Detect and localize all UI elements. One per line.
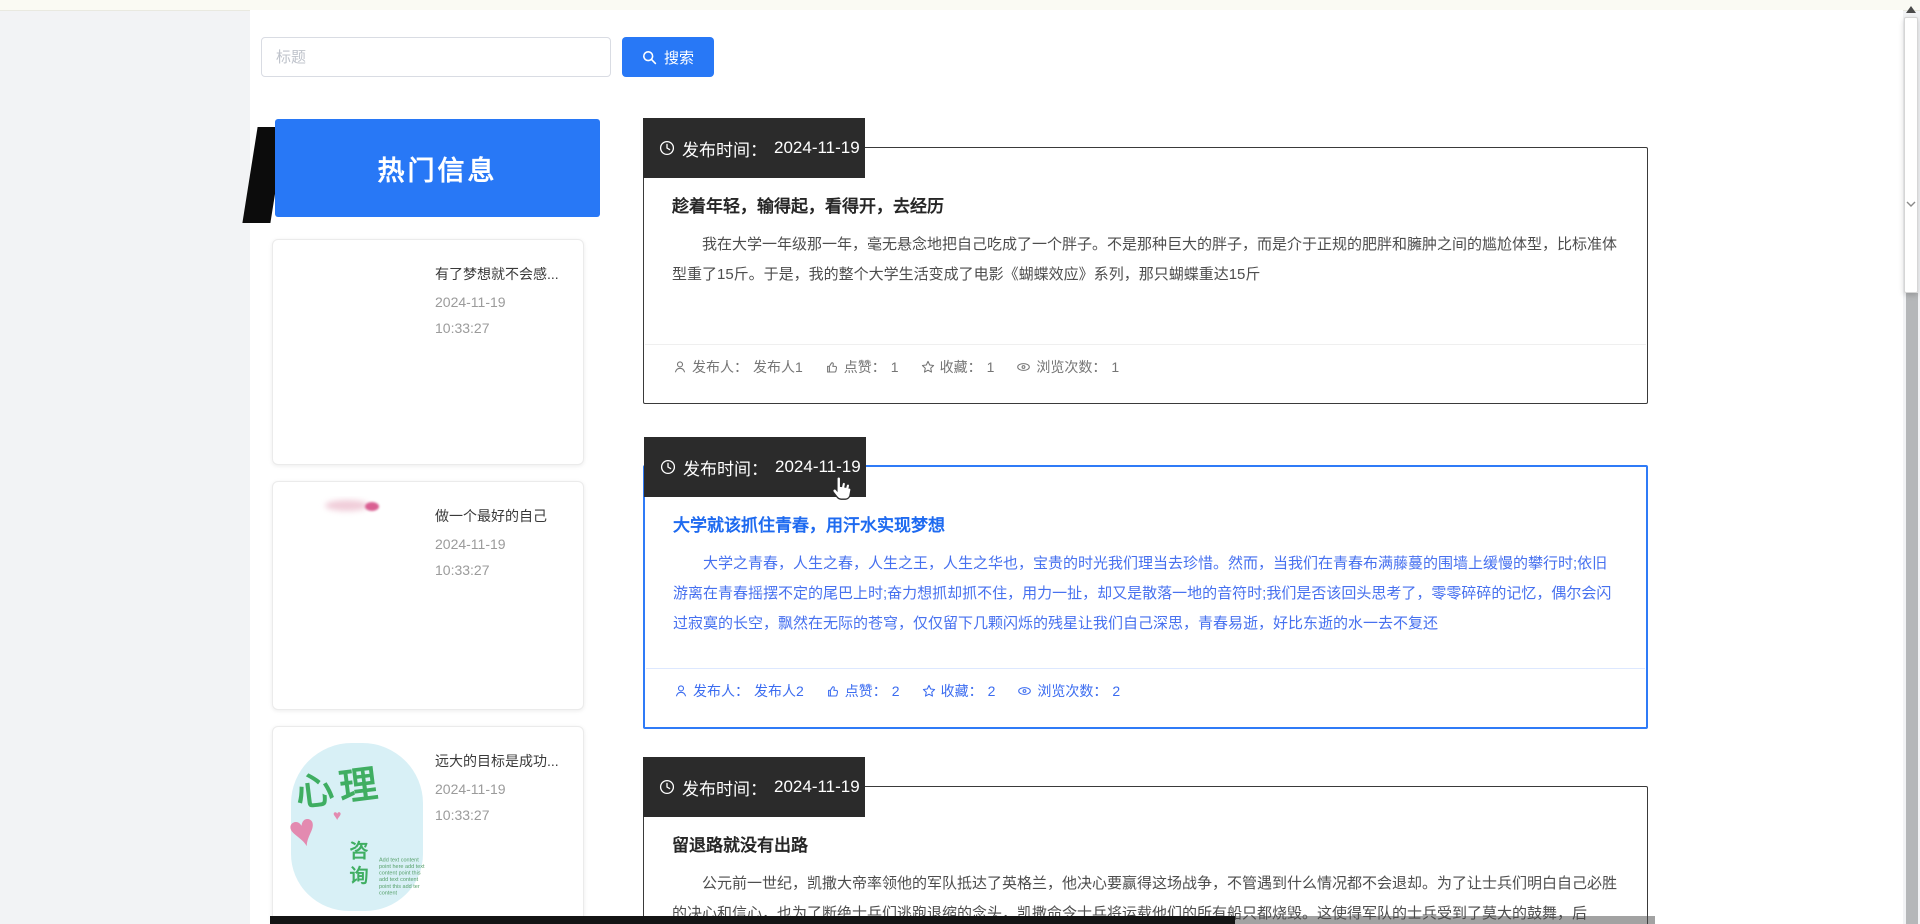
hot-list-item[interactable]: 心理 ♥ ♥ 咨询 Add text content point here ad…	[272, 726, 584, 924]
search-button[interactable]: 搜索	[622, 37, 714, 77]
heart-icon: ♥	[333, 807, 341, 823]
thumbnail-smudge	[325, 500, 369, 511]
hot-item-date: 2024-11-19	[435, 294, 506, 310]
views-value: 2	[1112, 683, 1120, 699]
chevron-down-icon[interactable]	[1905, 196, 1917, 214]
publish-date: 2024-11-19	[774, 777, 860, 797]
logo-text-zixun: 咨询	[347, 839, 371, 889]
clock-icon	[659, 140, 675, 156]
likes-meta: 点赞： 1	[825, 357, 899, 377]
clock-icon	[659, 779, 675, 795]
bottom-black-bar	[270, 916, 1235, 924]
favorites-value: 1	[987, 359, 995, 375]
publisher-value: 发布人2	[754, 681, 804, 701]
article-thumbnail	[287, 496, 427, 668]
thumbs-up-icon	[826, 684, 840, 698]
hot-item-date: 2024-11-19	[435, 536, 506, 552]
article-card[interactable]: 发布时间： 2024-11-19 大学就该抓住青春，用汗水实现梦想 大学之青春，…	[643, 465, 1648, 729]
publisher-meta: 发布人：发布人2	[674, 681, 804, 701]
hot-panel-title: 热门信息	[378, 149, 498, 188]
eye-icon	[1017, 684, 1032, 698]
article-thumbnail	[287, 254, 427, 426]
publish-date: 2024-11-19	[774, 138, 860, 158]
article-meta: 发布人：发布人2 点赞： 2 收藏： 2 浏览次数： 2	[646, 668, 1645, 701]
person-icon	[673, 360, 687, 374]
publish-label: 发布时间：	[683, 455, 768, 480]
bottom-dim-bar	[1235, 916, 1655, 924]
article-thumbnail: 心理 ♥ ♥ 咨询 Add text content point here ad…	[287, 741, 427, 913]
article-card[interactable]: 发布时间： 2024-11-19 趁着年轻，输得起，看得开，去经历 我在大学一年…	[643, 147, 1648, 404]
likes-value: 1	[891, 359, 899, 375]
publisher-value: 发布人1	[753, 357, 803, 377]
publish-label: 发布时间：	[682, 136, 767, 161]
article-excerpt: 我在大学一年级那一年，毫无悬念地把自己吃成了一个胖子。不是那种巨大的胖子，而是介…	[672, 230, 1617, 290]
likes-label: 点赞：	[845, 681, 887, 701]
thumbs-up-icon	[825, 360, 839, 374]
article-title[interactable]: 留退路就没有出路	[672, 831, 808, 856]
person-icon	[674, 684, 688, 698]
hot-item-time: 10:33:27	[435, 562, 490, 578]
hot-item-title: 有了梦想就不会感...	[435, 264, 575, 284]
scrollbar-up-arrow-icon[interactable]	[1906, 6, 1916, 13]
clock-icon	[660, 459, 676, 475]
hot-item-date: 2024-11-19	[435, 781, 506, 797]
hot-item-time: 10:33:27	[435, 320, 490, 336]
article-excerpt: 大学之青春，人生之春，人生之王，人生之华也，宝贵的时光我们理当去珍惜。然而，当我…	[673, 549, 1616, 639]
scrollbar-track[interactable]	[1906, 293, 1918, 924]
favorites-label: 收藏：	[940, 357, 982, 377]
favorites-label: 收藏：	[941, 681, 983, 701]
views-label: 浏览次数：	[1037, 681, 1107, 701]
hot-item-title: 做一个最好的自己	[435, 506, 575, 526]
publish-time-badge: 发布时间： 2024-11-19	[643, 118, 865, 178]
favorites-meta: 收藏： 2	[922, 681, 996, 701]
hot-list-item[interactable]: 有了梦想就不会感... 2024-11-19 10:33:27	[272, 239, 584, 465]
likes-meta: 点赞： 2	[826, 681, 900, 701]
hot-list-item[interactable]: 做一个最好的自己 2024-11-19 10:33:27	[272, 481, 584, 710]
likes-label: 点赞：	[844, 357, 886, 377]
article-card[interactable]: 发布时间： 2024-11-19 留退路就没有出路 公元前一世纪，凯撒大帝率领他…	[643, 786, 1648, 924]
publisher-label: 发布人：	[693, 681, 749, 701]
publish-label: 发布时间：	[682, 775, 767, 800]
mouse-cursor	[828, 474, 854, 509]
publisher-label: 发布人：	[692, 357, 748, 377]
views-meta: 浏览次数： 2	[1017, 681, 1120, 701]
article-title[interactable]: 大学就该抓住青春，用汗水实现梦想	[673, 511, 945, 536]
hot-item-time: 10:33:27	[435, 807, 490, 823]
hot-item-title: 远大的目标是成功...	[435, 751, 575, 771]
favorites-meta: 收藏： 1	[921, 357, 995, 377]
thumbnail-smudge	[365, 502, 379, 511]
views-label: 浏览次数：	[1036, 357, 1106, 377]
publish-time-badge: 发布时间： 2024-11-19	[643, 757, 865, 817]
likes-value: 2	[892, 683, 900, 699]
article-title[interactable]: 趁着年轻，输得起，看得开，去经历	[672, 192, 944, 217]
favorites-value: 2	[988, 683, 996, 699]
search-input[interactable]	[261, 37, 611, 77]
eye-icon	[1016, 360, 1031, 374]
logo-note-text: Add text content point here add text con…	[379, 857, 425, 897]
hot-panel-header: 热门信息	[275, 119, 600, 217]
scrollbar-thumb[interactable]	[1904, 17, 1918, 293]
star-icon	[921, 360, 935, 374]
article-meta: 发布人：发布人1 点赞： 1 收藏： 1 浏览次数： 1	[645, 344, 1646, 377]
search-button-label: 搜索	[664, 47, 694, 68]
search-icon	[642, 50, 657, 65]
views-meta: 浏览次数： 1	[1016, 357, 1119, 377]
views-value: 1	[1111, 359, 1119, 375]
star-icon	[922, 684, 936, 698]
page: 搜索 热门信息 有了梦想就不会感... 2024-11-19 10:33:27 …	[0, 0, 1920, 924]
publisher-meta: 发布人：发布人1	[673, 357, 803, 377]
